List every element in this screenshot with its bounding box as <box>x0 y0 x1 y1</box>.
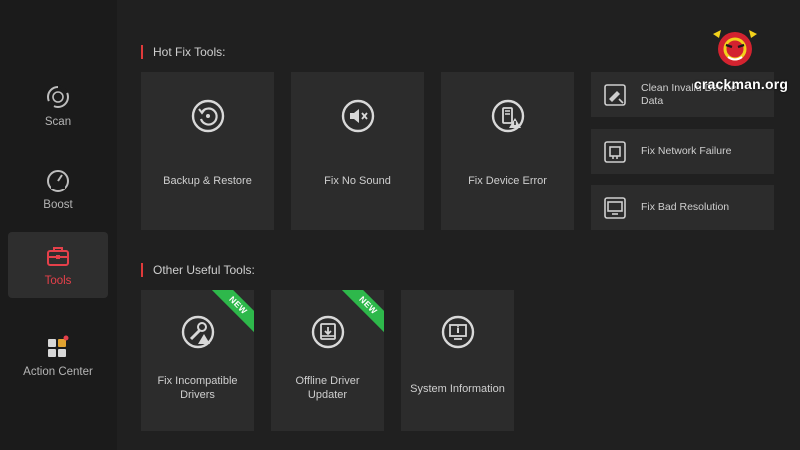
device-warning-icon <box>491 99 524 133</box>
offline-driver-updater-card[interactable]: NEW Offline Driver Updater <box>271 290 384 431</box>
watermark-logo-icon <box>713 30 757 66</box>
toolbox-icon <box>47 247 69 266</box>
fix-bad-resolution-card[interactable]: Fix Bad Resolution <box>591 185 774 230</box>
backup-restore-card[interactable]: Backup & Restore <box>141 72 274 230</box>
sidebar-item-label: Scan <box>44 116 72 128</box>
scan-icon <box>47 85 69 108</box>
card-label: Offline Driver Updater <box>295 375 360 401</box>
mute-speaker-icon <box>341 99 374 133</box>
fix-device-error-card[interactable]: Fix Device Error <box>441 72 574 230</box>
offline-download-icon <box>311 315 344 349</box>
hot-fix-title: Hot Fix Tools: <box>141 45 225 59</box>
clean-device-icon <box>604 84 626 106</box>
sidebar-item-label: Action Center <box>23 366 93 378</box>
apps-grid-icon <box>48 335 69 357</box>
backup-restore-icon <box>191 99 224 133</box>
fix-network-failure-card[interactable]: Fix Network Failure <box>591 129 774 174</box>
fix-incompatible-drivers-card[interactable]: NEW Fix Incompatible Drivers <box>141 290 254 431</box>
sidebar-item-scan[interactable]: Scan <box>8 73 108 139</box>
watermark-text: crackman.org <box>693 76 789 92</box>
speedometer-icon <box>47 170 69 192</box>
other-tools-title: Other Useful Tools: <box>141 263 255 277</box>
card-label: System Information <box>410 383 505 395</box>
sidebar: Scan Boost Tools Action Center <box>0 0 117 450</box>
card-label: Fix Bad Resolution <box>641 201 730 213</box>
sidebar-item-label: Boost <box>43 199 73 211</box>
system-info-icon <box>441 315 474 349</box>
sidebar-item-action-center[interactable]: Action Center <box>8 323 108 389</box>
card-label: Fix Network Failure <box>641 145 732 157</box>
monitor-resolution-icon <box>604 197 626 219</box>
sidebar-item-boost[interactable]: Boost <box>8 156 108 222</box>
system-information-card[interactable]: System Information <box>401 290 514 431</box>
network-icon <box>604 141 626 163</box>
watermark: crackman.org <box>686 28 796 98</box>
card-label: Fix No Sound <box>324 175 391 187</box>
sidebar-item-label: Tools <box>44 275 72 287</box>
card-label: Fix Incompatible Drivers <box>157 375 238 401</box>
fix-no-sound-card[interactable]: Fix No Sound <box>291 72 424 230</box>
sidebar-item-tools[interactable]: Tools <box>8 232 108 298</box>
wrench-warning-icon <box>181 315 214 349</box>
card-label: Fix Device Error <box>468 175 547 187</box>
card-label: Backup & Restore <box>163 175 252 187</box>
